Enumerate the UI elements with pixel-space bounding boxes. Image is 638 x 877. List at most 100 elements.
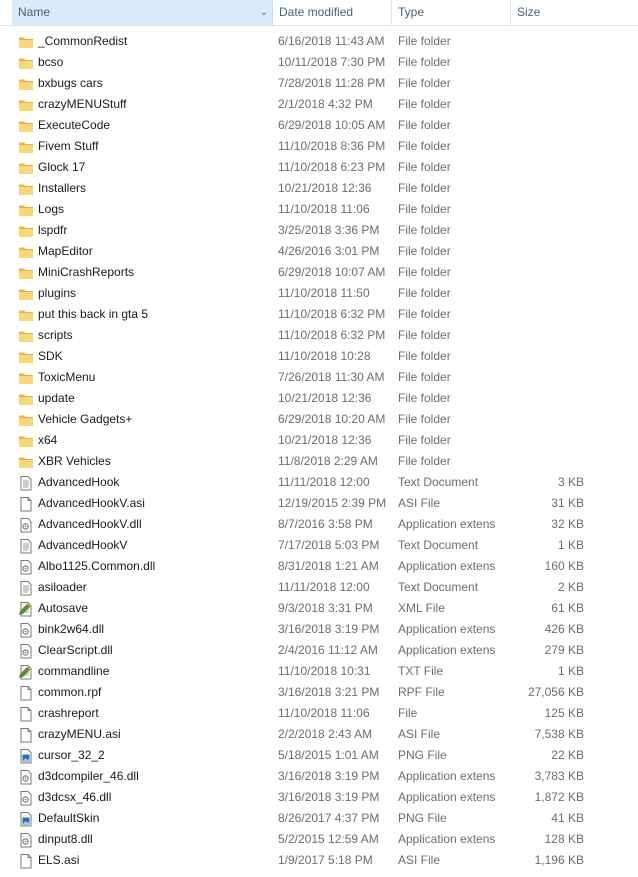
file-type: Application extens — [398, 790, 496, 804]
file-row[interactable]: d3dcompiler_46.dll 3/16/2018 3:19 PM Appli… — [0, 766, 638, 787]
file-type: File folder — [398, 55, 451, 69]
folder-row[interactable]: Glock 17 11/10/2018 6:23 PM File folder — [0, 157, 638, 178]
file-name: crashreport — [38, 706, 99, 720]
file-date-modified: 11/8/2018 2:29 AM — [278, 454, 378, 468]
file-date-modified: 11/10/2018 8:36 PM — [278, 139, 386, 153]
file-date-modified: 3/25/2018 3:36 PM — [278, 223, 380, 237]
file-row[interactable]: commandline 11/10/2018 10:31 TXT File 1 KB — [0, 661, 638, 682]
folder-icon — [18, 265, 34, 281]
file-date-modified: 9/3/2018 3:31 PM — [278, 601, 373, 615]
file-row[interactable]: asiloader 11/11/2018 12:00 Text Document 2 … — [0, 577, 638, 598]
folder-icon — [18, 412, 34, 428]
column-header-size[interactable]: Size — [511, 0, 591, 25]
dll-file-icon — [18, 559, 34, 575]
file-type: File folder — [398, 391, 451, 405]
file-size: 32 KB — [551, 517, 584, 531]
folder-row[interactable]: update 10/21/2018 12:36 File folder — [0, 388, 638, 409]
file-row[interactable]: Albo1125.Common.dll 8/31/2018 1:21 AM Appl… — [0, 556, 638, 577]
file-row[interactable]: dinput8.dll 5/2/2015 12:59 AM Application … — [0, 829, 638, 850]
folder-row[interactable]: _CommonRedist 6/16/2018 11:43 AM File fold… — [0, 31, 638, 52]
column-header-date[interactable]: Date modified — [273, 0, 392, 25]
file-type: Application extens — [398, 643, 496, 657]
column-header-type-label: Type — [398, 5, 425, 19]
chevron-down-icon[interactable]: ⌄ — [260, 0, 268, 25]
folder-row[interactable]: MapEditor 4/26/2016 3:01 PM File folder — [0, 241, 638, 262]
folder-row[interactable]: ToxicMenu 7/26/2018 11:30 AM File folder — [0, 367, 638, 388]
file-row[interactable]: common.rpf 3/16/2018 3:21 PM RPF File 27,05… — [0, 682, 638, 703]
folder-icon — [18, 286, 34, 302]
file-type: File folder — [398, 160, 451, 174]
file-name: AdvancedHookV.asi — [38, 496, 145, 510]
folder-row[interactable]: plugins 11/10/2018 11:50 File folder — [0, 283, 638, 304]
file-date-modified: 5/2/2015 12:59 AM — [278, 832, 379, 846]
file-row[interactable]: crazyMENU.asi 2/2/2018 2:43 AM ASI File 7,5… — [0, 724, 638, 745]
folder-row[interactable]: lspdfr 3/25/2018 3:36 PM File folder — [0, 220, 638, 241]
file-row[interactable]: crashreport 11/10/2018 11:06 File 125 KB — [0, 703, 638, 724]
file-size: 1 KB — [557, 538, 584, 552]
file-row[interactable]: AdvancedHookV 7/17/2018 5:03 PM Text Docum… — [0, 535, 638, 556]
column-header-date-label: Date modified — [279, 5, 354, 19]
file-row[interactable]: DefaultSkin 8/26/2017 4:37 PM PNG File 41 K… — [0, 808, 638, 829]
file-row[interactable]: d3dcsx_46.dll 3/16/2018 3:19 PM Applicatio… — [0, 787, 638, 808]
folder-row[interactable]: Logs 11/10/2018 11:06 File folder — [0, 199, 638, 220]
blank-file-icon — [18, 727, 34, 743]
folder-row[interactable]: x64 10/21/2018 12:36 File folder — [0, 430, 638, 451]
file-size: 61 KB — [551, 601, 584, 615]
file-type: Text Document — [398, 580, 479, 594]
folder-row[interactable]: XBR Vehicles 11/8/2018 2:29 AM File folder — [0, 451, 638, 472]
file-name: ELS.asi — [38, 853, 80, 867]
file-type: File folder — [398, 244, 451, 258]
file-name: crazyMENUStuff — [38, 97, 127, 111]
folder-icon — [18, 370, 34, 386]
file-row[interactable]: AdvancedHookV.asi 12/19/2015 2:39 PM ASI F… — [0, 493, 638, 514]
folder-row[interactable]: Fivem Stuff 11/10/2018 8:36 PM File folder — [0, 136, 638, 157]
folder-icon — [18, 34, 34, 50]
folder-row[interactable]: crazyMENUStuff 2/1/2018 4:32 PM File folde… — [0, 94, 638, 115]
folder-row[interactable]: bxbugs cars 7/28/2018 11:28 PM File folder — [0, 73, 638, 94]
file-date-modified: 11/10/2018 6:32 PM — [278, 328, 386, 342]
file-name: d3dcompiler_46.dll — [38, 769, 139, 783]
file-row[interactable]: AdvancedHook 11/11/2018 12:00 Text Documen… — [0, 472, 638, 493]
file-row[interactable]: ELS.asi 1/9/2017 5:18 PM ASI File 1,196 KB — [0, 850, 638, 871]
file-name: MiniCrashReports — [38, 265, 135, 279]
file-date-modified: 8/7/2016 3:58 PM — [278, 517, 373, 531]
file-row[interactable]: bink2w64.dll 3/16/2018 3:19 PM Application… — [0, 619, 638, 640]
file-name: ClearScript.dll — [38, 643, 113, 657]
file-type: Text Document — [398, 538, 479, 552]
file-name: SDK — [38, 349, 63, 363]
file-row[interactable]: Autosave 9/3/2018 3:31 PM XML File 61 KB — [0, 598, 638, 619]
file-type: File folder — [398, 97, 451, 111]
file-date-modified: 3/16/2018 3:19 PM — [278, 769, 380, 783]
file-size: 2 KB — [557, 580, 584, 594]
file-type: File folder — [398, 202, 451, 216]
file-row[interactable]: cursor_32_2 5/18/2015 1:01 AM PNG File 22 K… — [0, 745, 638, 766]
xml-file-icon — [18, 601, 34, 617]
folder-row[interactable]: MiniCrashReports 6/29/2018 10:07 AM File f… — [0, 262, 638, 283]
blank-file-icon — [18, 496, 34, 512]
file-row[interactable]: ClearScript.dll 2/4/2016 11:12 AM Applicat… — [0, 640, 638, 661]
file-size: 426 KB — [544, 622, 584, 636]
file-type: PNG File — [398, 748, 447, 762]
file-row[interactable]: AdvancedHookV.dll 8/7/2016 3:58 PM Applica… — [0, 514, 638, 535]
file-name: lspdfr — [38, 223, 68, 237]
file-name: Glock 17 — [38, 160, 86, 174]
column-header-size-label: Size — [517, 5, 541, 19]
file-date-modified: 3/16/2018 3:21 PM — [278, 685, 380, 699]
folder-row[interactable]: scripts 11/10/2018 6:32 PM File folder — [0, 325, 638, 346]
folder-row[interactable]: put this back in gta 5 11/10/2018 6:32 PM… — [0, 304, 638, 325]
file-size: 31 KB — [551, 496, 584, 510]
file-name: asiloader — [38, 580, 87, 594]
folder-row[interactable]: SDK 11/10/2018 10:28 File folder — [0, 346, 638, 367]
file-size: 27,056 KB — [527, 685, 584, 699]
column-header-type[interactable]: Type — [392, 0, 511, 25]
folder-row[interactable]: Installers 10/21/2018 12:36 File folder — [0, 178, 638, 199]
folder-row[interactable]: Vehicle Gadgets+ 6/29/2018 10:20 AM File f… — [0, 409, 638, 430]
file-date-modified: 2/2/2018 2:43 AM — [278, 727, 373, 741]
dll-file-icon — [18, 517, 34, 533]
column-header-name[interactable]: Name ⌃ ⌄ — [12, 0, 273, 25]
column-header-bar: Name ⌃ ⌄ Date modified Type Size — [0, 0, 638, 26]
folder-row[interactable]: bcso 10/11/2018 7:30 PM File folder — [0, 52, 638, 73]
folder-row[interactable]: ExecuteCode 6/29/2018 10:05 AM File folder — [0, 115, 638, 136]
file-date-modified: 10/21/2018 12:36 — [278, 433, 372, 447]
file-date-modified: 7/28/2018 11:28 PM — [278, 76, 386, 90]
